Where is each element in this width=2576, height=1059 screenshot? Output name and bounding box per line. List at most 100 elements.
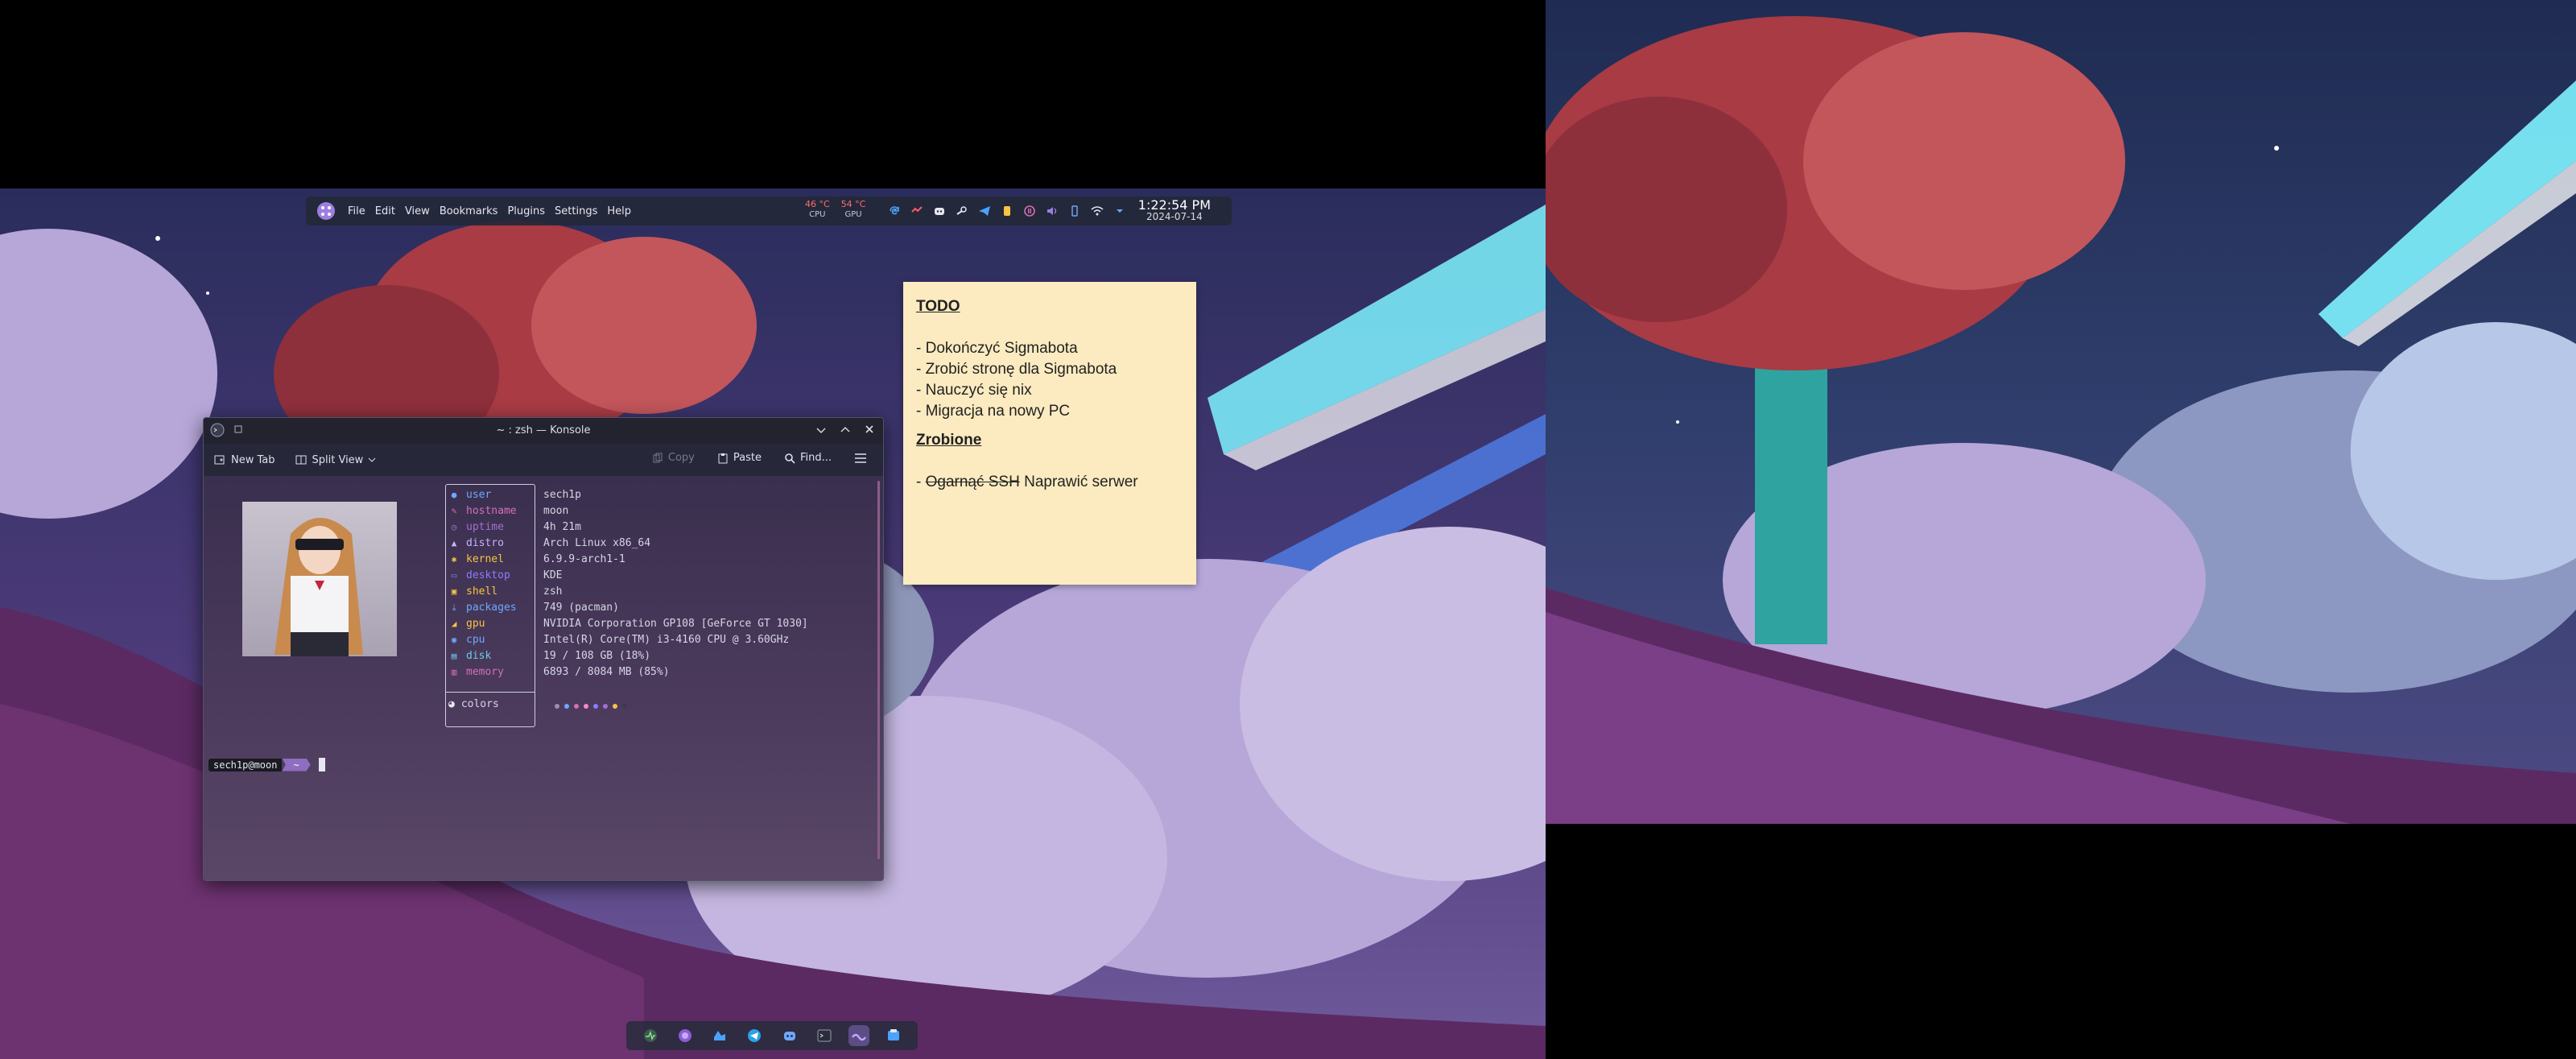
user-icon: ● [451, 490, 457, 500]
package-icon: ⤓ [452, 602, 456, 613]
color-dot [574, 704, 579, 709]
palette-icon: ◕ [448, 698, 455, 710]
gpu-temp-value: 54 °C [840, 199, 866, 209]
window-title: ~ : zsh — Konsole [496, 424, 591, 436]
paste-button[interactable]: Paste [708, 452, 771, 464]
fetch-label-uptime: uptime [466, 521, 504, 533]
fetch-value-gpu: NVIDIA Corporation GP108 [GeForce GT 103… [543, 618, 808, 630]
sticky-note-widget[interactable]: TODO - Dokończyć Sigmabota - Zrobić stro… [903, 282, 1196, 585]
game-icon[interactable] [910, 204, 924, 218]
telegram-icon[interactable] [744, 1025, 765, 1046]
menu-edit[interactable]: Edit [370, 205, 400, 217]
color-dot [613, 704, 617, 709]
fetch-row-uptime: ◷ uptime [448, 519, 517, 536]
telegram-icon[interactable] [977, 204, 992, 218]
update-icon[interactable] [887, 204, 902, 218]
todo-header: TODO [916, 298, 960, 315]
battery-icon[interactable] [1067, 204, 1082, 218]
gpu-temp: 54 °C GPU [841, 199, 866, 220]
network-icon[interactable] [1090, 204, 1104, 218]
fetch-row-shell: ▣ shell [448, 584, 517, 600]
menu-file[interactable]: File [343, 205, 370, 217]
new-tab-button[interactable]: New Tab [204, 453, 285, 466]
konsole-window: ~ : zsh — Konsole New Tab Split View Cop… [203, 417, 884, 881]
disk-icon: ▤ [451, 651, 457, 661]
fetch-row-gpu: ◢ gpu [448, 616, 517, 632]
find-label: Find... [799, 452, 832, 464]
fetch-row-packages: ⤓ packages [448, 600, 517, 616]
chevron-down-icon [368, 457, 376, 462]
window-titlebar[interactable]: ~ : zsh — Konsole [204, 418, 883, 444]
fetch-avatar-image [242, 502, 397, 656]
fetch-label-hostname: hostname [466, 505, 517, 517]
maximize-icon[interactable] [840, 423, 851, 441]
expand-tray-icon[interactable] [1113, 204, 1127, 218]
split-view-button[interactable]: Split View [285, 453, 386, 466]
discord-icon[interactable] [932, 204, 947, 218]
minimize-icon[interactable] [815, 423, 827, 441]
menu-view[interactable]: View [400, 205, 435, 217]
done-header: Zrobione [916, 432, 982, 449]
file-manager-icon[interactable] [709, 1025, 730, 1046]
gpu-icon: ◢ [451, 618, 457, 629]
sensor-widget[interactable]: 46 °C CPU 54 °C GPU [805, 199, 865, 220]
menu-settings[interactable]: Settings [550, 205, 602, 217]
prompt-user-host: sech1p@moon [208, 758, 283, 771]
fetch-value-distro: Arch Linux x86_64 [543, 537, 651, 549]
editor-icon[interactable] [848, 1025, 869, 1046]
fetch-row-hostname: ✎ hostname [448, 503, 517, 519]
discord-icon[interactable] [779, 1025, 800, 1046]
split-view-icon [295, 455, 306, 465]
fetch-value-disk: 19 / 108 GB (18%) [543, 650, 651, 662]
hostname-icon: ✎ [451, 506, 457, 516]
menu-help[interactable]: Help [602, 205, 636, 217]
monitor-icon: ▭ [451, 570, 457, 581]
color-dot [593, 704, 598, 709]
wallpaper-right [1546, 0, 2576, 824]
shell-icon: ▣ [451, 586, 457, 597]
settings-icon[interactable] [883, 1025, 904, 1046]
menu-bookmarks[interactable]: Bookmarks [435, 205, 503, 217]
fetch-value-kernel: 6.9.9-arch1-1 [543, 553, 625, 565]
fetch-row-kernel: ✱ kernel [448, 552, 517, 568]
color-dot [622, 704, 627, 709]
find-button[interactable]: Find... [774, 452, 841, 464]
fetch-row-cpu: ◉ cpu [448, 632, 517, 648]
text-cursor [318, 758, 325, 771]
note-spacer [916, 451, 1183, 472]
color-dot [564, 704, 569, 709]
fetch-label-kernel: kernel [466, 553, 504, 565]
clipboard-icon[interactable] [1022, 204, 1037, 218]
hamburger-menu-button[interactable] [844, 452, 877, 464]
copy-icon [653, 453, 663, 462]
paste-icon [718, 453, 728, 463]
memory-icon: ▥ [451, 667, 457, 677]
cpu-temp-value: 46 °C [805, 199, 830, 209]
cpu-temp: 46 °C CPU [805, 199, 830, 220]
color-dots [555, 698, 627, 709]
fetch-label-memory: memory [466, 666, 504, 678]
fetch-labels: ● user ✎ hostname ◷ uptime ▲ distro ✱ kernel … [448, 487, 517, 680]
todo-item: - Migracja na nowy PC [916, 403, 1071, 420]
right-monitor [1546, 0, 2576, 824]
close-icon[interactable] [864, 423, 875, 441]
menu-plugins[interactable]: Plugins [502, 205, 550, 217]
split-view-label: Split View [312, 453, 364, 466]
launcher-icon [317, 202, 335, 220]
fetch-label-user: user [466, 489, 492, 501]
digital-clock[interactable]: 1:22:54 PM 2024-07-14 [1138, 199, 1211, 223]
clock-date: 2024-07-14 [1146, 211, 1203, 222]
app-launcher-button[interactable] [316, 201, 336, 221]
terminal-area[interactable]: ● user ✎ hostname ◷ uptime ▲ distro ✱ kernel … [204, 476, 883, 880]
steam-icon[interactable] [955, 204, 969, 218]
terminal-icon[interactable] [814, 1025, 835, 1046]
fetch-row-colors: ◕ colors [448, 698, 499, 710]
copy-button[interactable]: Copy [642, 452, 704, 464]
vpn-icon[interactable] [1000, 204, 1014, 218]
new-tab-icon [214, 455, 225, 465]
browser-icon[interactable] [675, 1025, 696, 1046]
system-monitor-icon[interactable] [640, 1025, 661, 1046]
fetch-label-colors: colors [460, 698, 499, 710]
volume-icon[interactable] [1045, 204, 1059, 218]
terminal-scrollbar[interactable] [877, 481, 880, 859]
